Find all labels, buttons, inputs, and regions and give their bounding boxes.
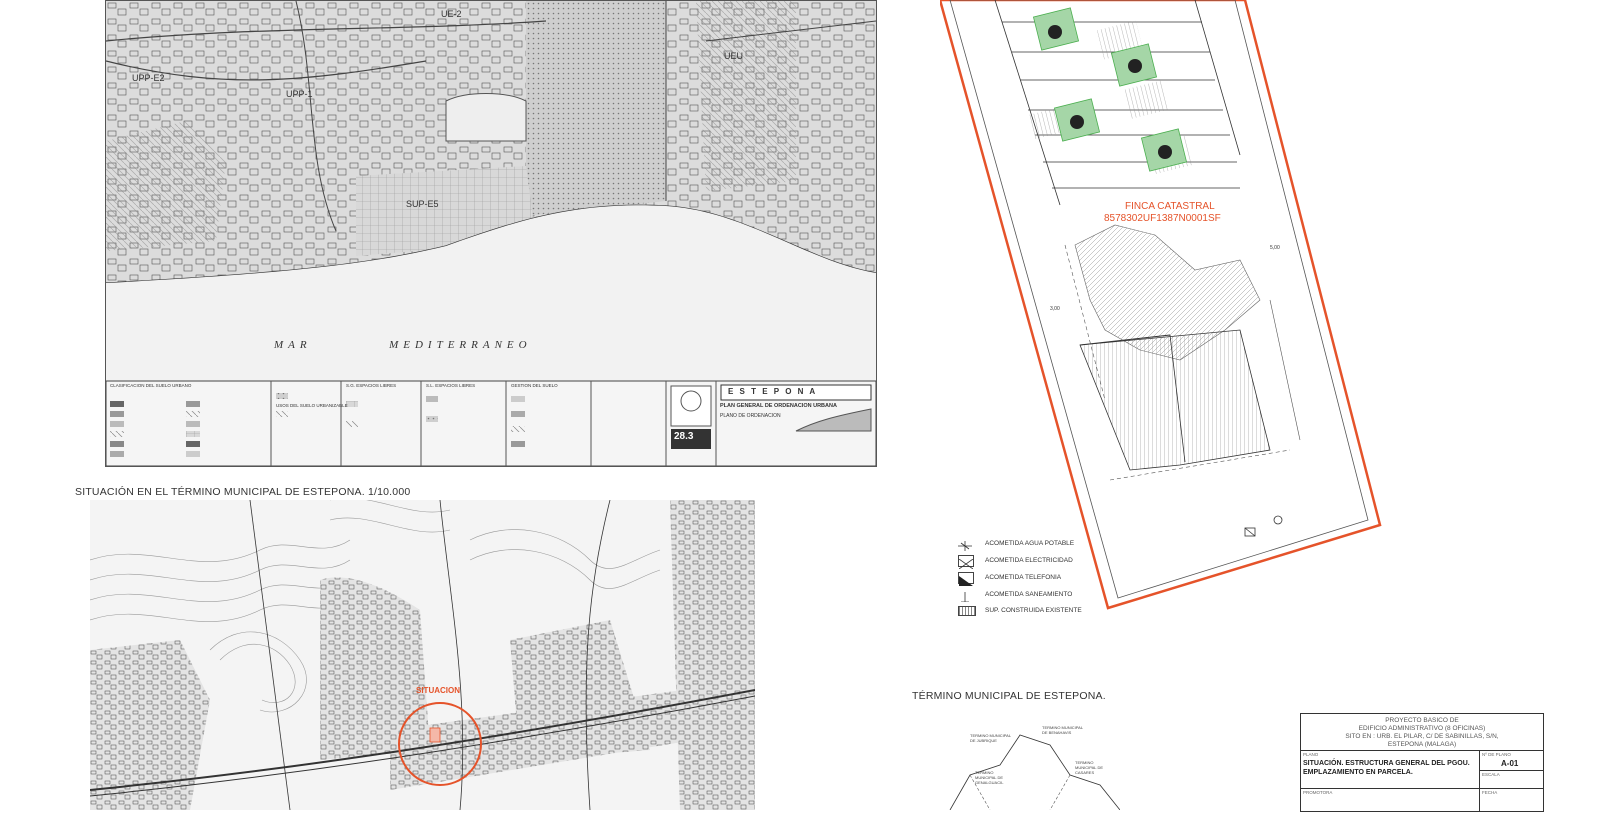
existing-construction-symbol bbox=[958, 606, 976, 616]
zone-label: UE-2 bbox=[441, 9, 462, 19]
zone-label: UPP-E2 bbox=[132, 73, 165, 83]
telephone-symbol bbox=[958, 572, 974, 586]
electricity-symbol bbox=[958, 555, 974, 570]
sheet-subtitle: PLANO DE ORDENACION bbox=[720, 413, 781, 419]
termino-label: TERMINO MUNICIPAL DE BENAHAVIS bbox=[1042, 725, 1083, 735]
sheet-number: 28.3 bbox=[674, 431, 694, 442]
project-line: ESTEPONA (MALAGA) bbox=[1387, 741, 1457, 748]
project-description: PROYECTO BASICO DE EDIFICIO ADMINISTRATI… bbox=[1301, 714, 1543, 749]
legend-heading: S.L. ESPACIOS LIBRES bbox=[426, 383, 476, 388]
situacion-marker-label: SITUACION bbox=[416, 686, 460, 695]
termino-label: TERMINO MUNICIPAL DE JUBRIQUE bbox=[970, 733, 1011, 743]
termino-label: TERMINO MUNICIPAL DE CASARES bbox=[1075, 760, 1104, 775]
legend-item: ACOMETIDA AGUA POTABLE bbox=[985, 540, 1075, 547]
finca-label: FINCA CATASTRAL bbox=[1125, 201, 1215, 212]
plano-label: PLANO bbox=[1303, 752, 1319, 757]
legend-heading: USOS DEL SUELO URBANIZABLE bbox=[276, 403, 348, 408]
legend-item: SUP. CONSTRUIDA EXISTENTE bbox=[985, 607, 1082, 614]
zone-label: SUP-E5 bbox=[406, 199, 439, 209]
situacion-caption: SITUACIÓN EN EL TÉRMINO MUNICIPAL DE EST… bbox=[75, 486, 411, 498]
promotor-label: PROMOTORA bbox=[1303, 790, 1333, 795]
topographic-map: SITUACION bbox=[90, 500, 755, 810]
legend-heading: GESTION DEL SUELO bbox=[511, 383, 558, 388]
zone-label: UEU bbox=[724, 51, 744, 61]
dimension-label: 3,00 bbox=[1050, 306, 1060, 312]
escala-label: ESCALA bbox=[1482, 772, 1500, 777]
sewer-symbol bbox=[958, 589, 972, 603]
zone-label: UPP-1 bbox=[286, 89, 313, 99]
plano-title: SITUACIÓN. ESTRUCTURA GENERAL DEL PGOU. … bbox=[1303, 759, 1470, 777]
fecha-label: FECHA bbox=[1482, 790, 1498, 795]
legend-item: ACOMETIDA SANEAMIENTO bbox=[985, 591, 1073, 598]
sea-label: MAR MEDITERRANEO bbox=[274, 339, 532, 351]
legend-heading: S.G. ESPACIOS LIBRES bbox=[346, 383, 397, 388]
plano-title-line: EMPLAZAMIENTO EN PARCELA. bbox=[1303, 769, 1413, 776]
plano-number: A-01 bbox=[1501, 759, 1519, 768]
termino-map: TERMINO MUNICIPAL DE BENAHAVIS TERMINO M… bbox=[930, 715, 1121, 811]
legend-heading: CLASIFICACION DEL SUELO URBANO bbox=[110, 383, 192, 388]
project-line: PROYECTO BASICO DE bbox=[1385, 717, 1459, 724]
title-block: PROYECTO BASICO DE EDIFICIO ADMINISTRATI… bbox=[1300, 713, 1544, 812]
water-symbol bbox=[958, 538, 972, 551]
plano-title-line: SITUACIÓN. ESTRUCTURA GENERAL DEL PGOU. bbox=[1303, 760, 1470, 767]
termino-caption: TÉRMINO MUNICIPAL DE ESTEPONA. bbox=[912, 690, 1106, 702]
town-banner: E S T E P O N A bbox=[728, 387, 818, 396]
termino-label: TERMINO MUNICIPAL DE GENALGUACIL bbox=[975, 770, 1004, 785]
finca-ref: 8578302UF1387N0001SF bbox=[1104, 213, 1221, 224]
project-line: EDIFICIO ADMINISTRATIVO (8 OFICINAS) bbox=[1358, 725, 1486, 732]
plano-number-label: Nº DE PLANO bbox=[1482, 752, 1511, 757]
plan-title: PLAN GENERAL DE ORDENACION URBANA bbox=[720, 403, 837, 409]
project-line: SITO EN : URB. EL PILAR, C/ DE SABINILLA… bbox=[1345, 733, 1499, 740]
site-plan: FINCA CATASTRAL 8578302UF1387N0001SF 5,0… bbox=[938, 0, 1400, 620]
pgou-map: UPP-E2 UPP-1 UE-2 UEU SUP-E5 MAR MEDITER… bbox=[105, 0, 877, 467]
dimension-label: 5,00 bbox=[1270, 245, 1280, 251]
legend-item: ACOMETIDA TELEFONIA bbox=[985, 574, 1062, 581]
legend-item: ACOMETIDA ELECTRICIDAD bbox=[985, 557, 1073, 564]
